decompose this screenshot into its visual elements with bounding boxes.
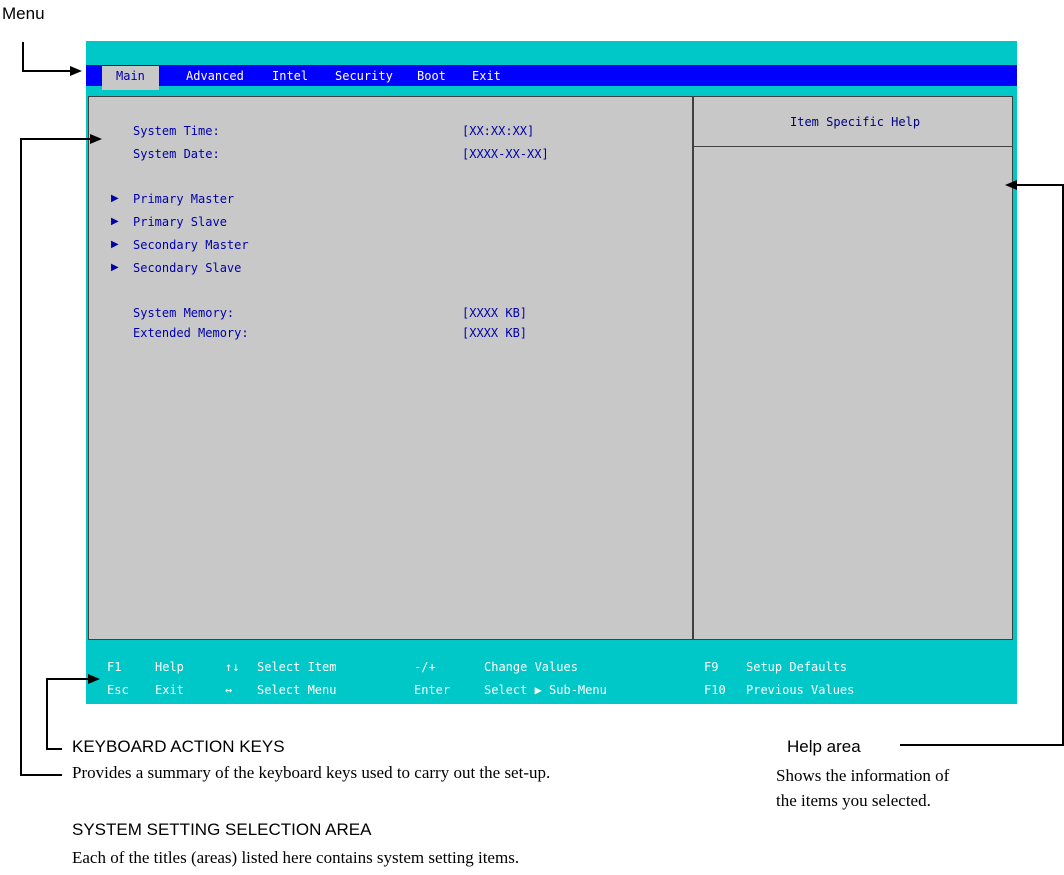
menu-annotation-label: Menu xyxy=(2,4,45,23)
submenu-primary-master[interactable]: Primary Master xyxy=(133,192,234,206)
keyboard-line-top xyxy=(46,678,90,680)
system-area-desc: Each of the titles (areas) listed here c… xyxy=(72,848,520,867)
key-previous-values-desc: Previous Values xyxy=(746,683,855,697)
system-date-label[interactable]: System Date: xyxy=(133,147,220,161)
key-updown-icon: ↑↓ xyxy=(225,660,240,674)
menu-arrow-icon xyxy=(70,66,82,76)
menu-annotation-line xyxy=(22,42,24,72)
key-exit-desc: Exit xyxy=(155,683,184,697)
keyboard-title: KEYBOARD ACTION KEYS xyxy=(72,737,285,756)
help-divider xyxy=(694,146,1012,147)
help-area-title: Help area xyxy=(787,737,861,756)
key-esc: Esc xyxy=(107,683,129,697)
system-area-arrow-icon xyxy=(90,134,102,144)
key-enter: Enter xyxy=(414,683,451,697)
keyboard-desc: Provides a summary of the keyboard keys … xyxy=(72,763,551,782)
key-submenu-desc: Select ▶ Sub-Menu xyxy=(484,683,607,697)
keyboard-arrow-icon xyxy=(88,674,100,684)
help-line-bottom xyxy=(900,744,1064,746)
extended-memory-value: [XXXX KB] xyxy=(462,326,528,340)
help-area-desc-1: Shows the information of xyxy=(776,766,950,785)
submenu-arrow-icon: ▶ xyxy=(111,239,119,250)
key-select-item-desc: Select Item xyxy=(257,660,337,674)
key-f1: F1 xyxy=(107,660,122,674)
menu-item-advanced[interactable]: Advanced xyxy=(186,66,244,86)
menu-item-exit[interactable]: Exit xyxy=(472,66,501,86)
keyboard-line-bottom xyxy=(46,748,62,750)
submenu-arrow-icon: ▶ xyxy=(111,193,119,204)
help-panel xyxy=(693,96,1013,640)
key-change-values-desc: Change Values xyxy=(484,660,578,674)
keyboard-line-v xyxy=(46,678,48,750)
system-area-line-top xyxy=(20,138,92,140)
system-time-value[interactable]: [XX:XX:XX] xyxy=(462,124,534,138)
key-select-menu-desc: Select Menu xyxy=(257,683,337,697)
submenu-primary-slave[interactable]: Primary Slave xyxy=(133,215,227,229)
system-time-label[interactable]: System Time: xyxy=(133,124,220,138)
system-area-line-v xyxy=(20,138,22,776)
system-memory-value: [XXXX KB] xyxy=(462,306,528,320)
settings-panel xyxy=(88,96,693,640)
key-f10: F10 xyxy=(704,683,726,697)
key-minus-plus: -/+ xyxy=(414,660,436,674)
help-arrow-icon xyxy=(1005,180,1017,190)
help-area-desc-2: the items you selected. xyxy=(776,791,931,810)
menu-item-main[interactable]: Main xyxy=(102,66,159,90)
key-help-desc: Help xyxy=(155,660,184,674)
system-area-title: SYSTEM SETTING SELECTION AREA xyxy=(72,820,372,839)
extended-memory-label: Extended Memory: xyxy=(133,326,249,340)
menu-annotation-line-h xyxy=(22,70,72,72)
system-date-value[interactable]: [XXXX-XX-XX] xyxy=(462,147,549,161)
submenu-secondary-master[interactable]: Secondary Master xyxy=(133,238,249,252)
key-f9: F9 xyxy=(704,660,719,674)
submenu-arrow-icon: ▶ xyxy=(111,262,119,273)
submenu-secondary-slave[interactable]: Secondary Slave xyxy=(133,261,241,275)
menu-item-security[interactable]: Security xyxy=(335,66,393,86)
key-setup-defaults-desc: Setup Defaults xyxy=(746,660,848,674)
menu-item-boot[interactable]: Boot xyxy=(417,66,446,86)
menu-item-intel[interactable]: Intel xyxy=(272,66,308,86)
system-memory-label: System Memory: xyxy=(133,306,235,320)
submenu-arrow-icon: ▶ xyxy=(111,216,119,227)
help-title: Item Specific Help xyxy=(790,115,921,129)
system-area-line-bottom xyxy=(20,774,62,776)
help-line-top xyxy=(1016,184,1064,186)
key-leftright-icon: ↔ xyxy=(225,683,233,697)
